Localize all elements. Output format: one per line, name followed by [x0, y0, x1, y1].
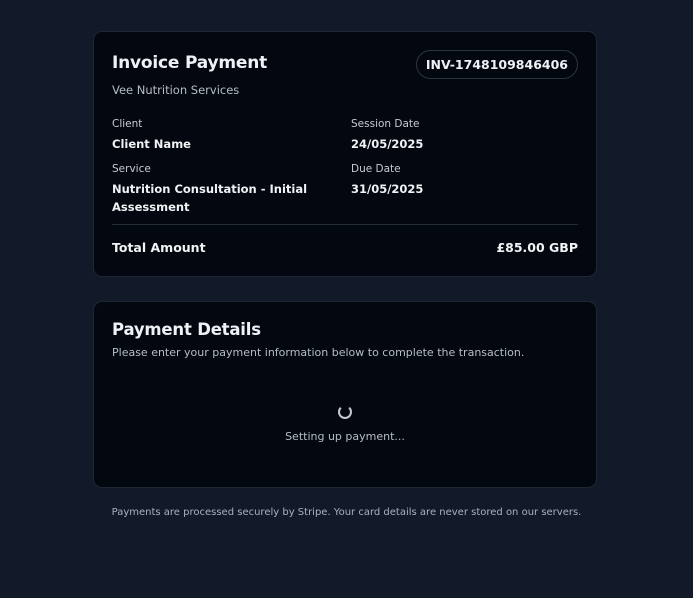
client-label: Client: [112, 118, 143, 130]
client-value: Client Name: [112, 137, 191, 151]
payment-details-title: Payment Details: [112, 320, 261, 339]
session-date-label: Session Date: [351, 118, 420, 130]
invoice-title: Invoice Payment: [112, 53, 268, 73]
company-name: Vee Nutrition Services: [112, 83, 240, 97]
page: Invoice Payment Vee Nutrition Services I…: [0, 0, 693, 598]
invoice-number-badge: INV-1748109846406: [415, 50, 578, 79]
session-date-field: Session Date 24/05/2025: [351, 117, 571, 153]
due-date-value: 31/05/2025: [351, 182, 424, 196]
total-divider: [112, 224, 578, 225]
total-amount-value: £85.00 GBP: [496, 240, 578, 255]
total-amount-label: Total Amount: [112, 240, 206, 255]
service-value: Nutrition Consultation - Initial Assessm…: [112, 182, 308, 214]
client-field: Client Client Name: [112, 117, 332, 153]
spinner-icon: [338, 405, 352, 419]
invoice-card: Invoice Payment Vee Nutrition Services I…: [93, 31, 597, 277]
service-label: Service: [112, 163, 151, 175]
service-field: Service Nutrition Consultation - Initial…: [112, 162, 312, 216]
session-date-value: 24/05/2025: [351, 137, 424, 151]
security-note: Payments are processed securely by Strip…: [111, 507, 582, 518]
payment-details-card: Payment Details Please enter your paymen…: [93, 301, 597, 488]
due-date-label: Due Date: [351, 163, 401, 175]
loading-text: Setting up payment...: [285, 430, 405, 443]
due-date-field: Due Date 31/05/2025: [351, 162, 571, 198]
payment-details-subtitle: Please enter your payment information be…: [112, 346, 525, 359]
